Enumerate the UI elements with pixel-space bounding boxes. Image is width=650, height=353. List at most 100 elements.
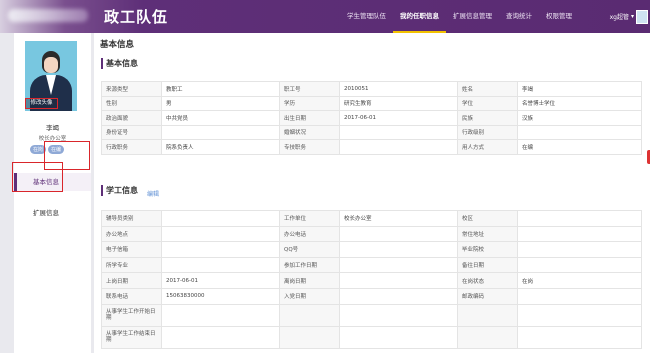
field-value (161, 303, 280, 327)
field-label: 辅导员类别 (101, 210, 162, 227)
field-value: 李竭 (517, 81, 642, 97)
field-value (161, 256, 280, 274)
profile-sidebar: 修改头像 李竭 校长办公室 在岗 在编 基本信息 扩展信息 (14, 33, 91, 353)
basic-info-table: 来源类型 教职工 职工号 2010051 姓名 李竭 性别男学历 研究生教育 学位 名誉博士学位政… (101, 81, 642, 155)
edit-photo-button[interactable]: 修改头像 (25, 98, 58, 109)
field-label: 入党日期 (279, 287, 340, 305)
field-value: 教职工 (161, 81, 280, 97)
field-label: 电子信箱 (101, 241, 162, 258)
field-value (517, 225, 642, 243)
field-value: 汉族 (517, 110, 642, 126)
field-value (339, 139, 458, 155)
table-row: 政治面貌 中共党员 出生日期 2017-06-01 民族 汉族 (101, 110, 642, 126)
nav-student-team[interactable]: 学生管理队伍 (340, 0, 393, 33)
table-row: 来源类型 教职工 职工号 2010051 姓名 李竭 (101, 81, 642, 97)
field-label: 离岗日期 (279, 272, 340, 289)
field-label: 办公地点 (101, 225, 162, 243)
field-value (161, 124, 280, 140)
field-label: 在岗状态 (457, 272, 518, 289)
field-value (339, 256, 458, 274)
table-row: 电子信箱 QQ号 毕业院校 (101, 241, 642, 258)
field-value (517, 210, 642, 227)
nav-extension-mgmt[interactable]: 扩展信息管理 (446, 0, 499, 33)
nav-permission-mgmt[interactable]: 权限管理 (539, 0, 579, 33)
user-menu[interactable]: xg超管 ▾ (610, 12, 634, 21)
field-value (339, 325, 458, 349)
field-label: 从事学生工作开始日期 (101, 303, 162, 327)
xg-info-table: 辅导员类别 工作单位 校长办公室 校区 办公地点 办公电话 常住地址 电子信箱 QQ号 毕业院校所… (101, 210, 642, 349)
field-label: 毕业院校 (457, 241, 518, 258)
field-value (161, 241, 280, 258)
table-row: 上岗日期 2017-06-01 离岗日期 在岗状态 在岗 (101, 272, 642, 289)
field-label: 工作单位 (279, 210, 340, 227)
table-row: 联系电话 15063830000 入党日期 邮政编码 (101, 287, 642, 305)
avatar[interactable] (636, 10, 648, 24)
table-row: 身份证号 婚姻状况 行政级别 (101, 124, 642, 140)
field-value (161, 210, 280, 227)
field-label: 从事学生工作结束日期 (101, 325, 162, 349)
field-label: 性别 (101, 95, 162, 111)
nav-query-stats[interactable]: 查询统计 (499, 0, 539, 33)
main-nav: 学生管理队伍 我的任职信息 扩展信息管理 查询统计 权限管理 (340, 0, 579, 33)
field-value: 校长办公室 (339, 210, 458, 227)
nav-my-position[interactable]: 我的任职信息 (393, 0, 446, 33)
field-value: 研究生教育 (339, 95, 458, 111)
field-value (517, 124, 642, 140)
field-value: 2010051 (339, 81, 458, 97)
field-value: 男 (161, 95, 280, 111)
field-value (517, 325, 642, 349)
field-label: 备往日期 (457, 256, 518, 274)
field-label: 职工号 (279, 81, 340, 97)
field-value: 2017-06-01 (339, 110, 458, 126)
field-value (339, 124, 458, 140)
field-value (517, 256, 642, 274)
chevron-down-icon: ▾ (630, 13, 634, 20)
field-value: 名誉博士学位 (517, 95, 642, 111)
table-row: 辅导员类别 工作单位 校长办公室 校区 (101, 210, 642, 227)
field-value (161, 325, 280, 349)
field-value (517, 287, 642, 305)
field-label: 出生日期 (279, 110, 340, 126)
basic-info-section-title: 基本信息 (101, 58, 138, 69)
field-label: 用人方式 (457, 139, 518, 155)
field-value: 2017-06-01 (161, 272, 280, 289)
field-value (339, 241, 458, 258)
field-label: 姓名 (457, 81, 518, 97)
app-title: 政工队伍 (104, 8, 169, 26)
field-label: 校区 (457, 210, 518, 227)
field-label: 政治面貌 (101, 110, 162, 126)
field-value: 中共党员 (161, 110, 280, 126)
table-row: 行政职务 院系负责人 专技职务 用人方式 在编 (101, 139, 642, 155)
field-value (339, 272, 458, 289)
field-value: 15063830000 (161, 287, 280, 305)
field-value (339, 303, 458, 327)
field-label: 常住地址 (457, 225, 518, 243)
field-label: 来源类型 (101, 81, 162, 97)
field-label: 邮政编码 (457, 287, 518, 305)
field-value: 在岗 (517, 272, 642, 289)
field-label: 行政级别 (457, 124, 518, 140)
field-label: 民族 (457, 110, 518, 126)
field-label: 学位 (457, 95, 518, 111)
field-value (339, 225, 458, 243)
sidebar-item-extended-info[interactable]: 扩展信息 (14, 204, 91, 222)
field-value (517, 241, 642, 258)
field-label: 联系电话 (101, 287, 162, 305)
field-label: 行政职务 (101, 139, 162, 155)
field-value: 院系负责人 (161, 139, 280, 155)
table-row: 办公地点 办公电话 常住地址 (101, 225, 642, 243)
highlight-box (44, 141, 90, 170)
field-label: 所学专业 (101, 256, 162, 274)
field-label: QQ号 (279, 241, 340, 258)
table-row: 所学专业 参加工作日期 备往日期 (101, 256, 642, 274)
field-label: 身份证号 (101, 124, 162, 140)
field-label (279, 325, 340, 349)
edit-link[interactable]: 编辑 (147, 189, 159, 198)
table-row: 从事学生工作开始日期 (101, 303, 642, 327)
top-header: 政工队伍 学生管理队伍 我的任职信息 扩展信息管理 查询统计 权限管理 xg超管… (0, 0, 650, 33)
table-row: 从事学生工作结束日期 (101, 325, 642, 349)
xg-info-section-title: 学工信息 (101, 185, 138, 196)
field-value: 在编 (517, 139, 642, 155)
field-label: 专技职务 (279, 139, 340, 155)
field-value (161, 225, 280, 243)
